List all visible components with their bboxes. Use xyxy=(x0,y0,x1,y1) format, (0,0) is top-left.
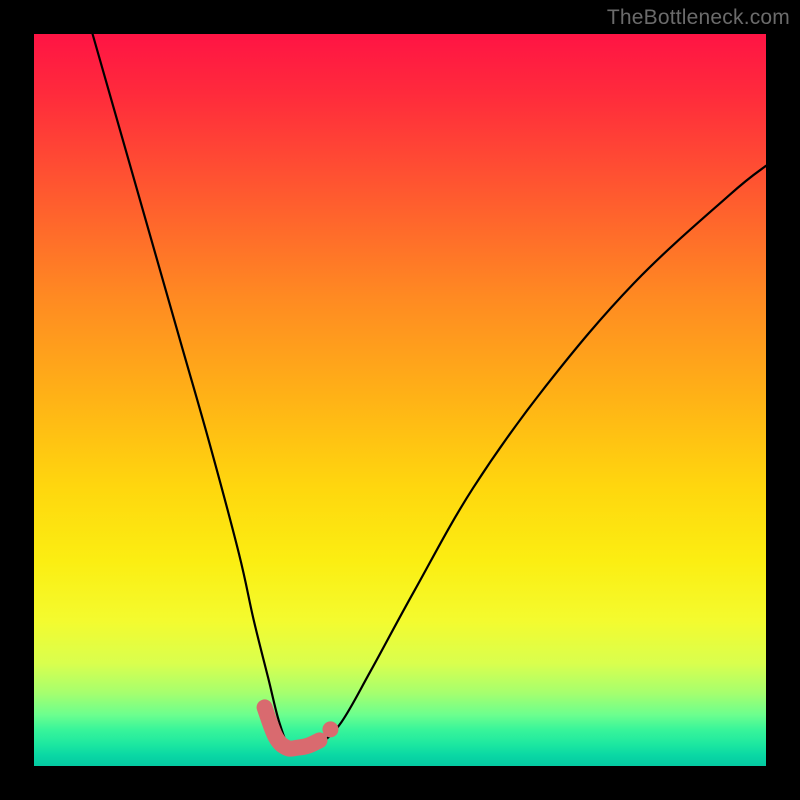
optimal-range-band xyxy=(265,707,320,748)
watermark-text: TheBottleneck.com xyxy=(607,6,790,30)
bottleneck-curve xyxy=(93,34,766,750)
curve-svg xyxy=(34,34,766,766)
plot-area xyxy=(34,34,766,766)
optimal-range-end-dot xyxy=(322,721,338,737)
chart-frame: TheBottleneck.com xyxy=(0,0,800,800)
